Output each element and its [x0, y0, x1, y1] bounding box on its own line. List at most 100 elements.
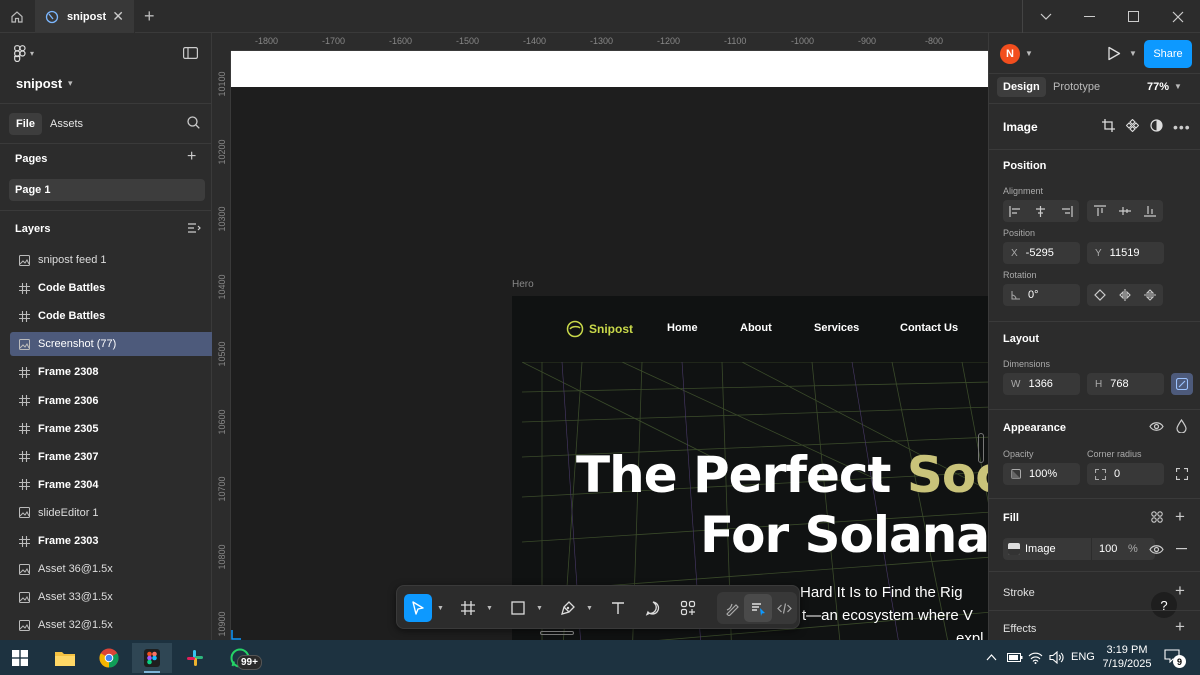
zoom-level[interactable]: 77%: [1147, 81, 1169, 93]
chrome-button[interactable]: [89, 643, 129, 673]
present-button[interactable]: [1107, 46, 1121, 64]
new-tab-button[interactable]: +: [144, 6, 155, 27]
text-tool-button[interactable]: [604, 594, 632, 622]
eye-icon[interactable]: [1149, 544, 1164, 555]
layer-item[interactable]: Code Battles: [10, 304, 212, 328]
align-center-v-icon[interactable]: [1118, 205, 1131, 217]
figma-taskbar-button[interactable]: [132, 643, 172, 673]
align-left-icon[interactable]: [1009, 205, 1022, 217]
blend-mode-icon[interactable]: [1176, 419, 1187, 433]
layer-item[interactable]: Screenshot (77): [10, 332, 212, 357]
width-field[interactable]: W 1366: [1003, 373, 1080, 395]
styles-icon[interactable]: [1151, 511, 1163, 523]
layer-item[interactable]: snipost feed 1: [10, 248, 212, 272]
layer-item[interactable]: Frame 2303: [10, 529, 212, 553]
maximize-button[interactable]: [1112, 0, 1156, 33]
rotation-field[interactable]: 0°: [1003, 284, 1080, 306]
clock[interactable]: 3:19 PM 7/19/2025: [1098, 643, 1156, 671]
canvas[interactable]: Hero Snipost Home About Services Contact…: [213, 33, 988, 640]
dev-mode-button[interactable]: [770, 594, 798, 622]
share-button[interactable]: Share: [1144, 40, 1192, 68]
align-center-h-icon[interactable]: [1034, 205, 1047, 217]
chevron-down-icon[interactable]: ▼: [536, 605, 543, 612]
eye-icon[interactable]: [1149, 421, 1164, 432]
add-stroke-button[interactable]: +: [1175, 581, 1185, 601]
fill-row[interactable]: Image 100 %: [1003, 538, 1155, 560]
corner-radius-field[interactable]: 0: [1087, 463, 1164, 485]
project-name[interactable]: snipost: [16, 76, 62, 91]
language-indicator[interactable]: ENG: [1071, 651, 1095, 663]
tab-assets[interactable]: Assets: [43, 113, 90, 135]
layer-item[interactable]: Asset 33@1.5x: [10, 585, 212, 609]
more-options-icon[interactable]: •••: [1173, 119, 1191, 135]
mask-icon[interactable]: [1150, 119, 1163, 132]
toggle-sidebar-button[interactable]: [183, 47, 199, 62]
tab-prototype[interactable]: Prototype: [1047, 77, 1106, 97]
fill-opacity[interactable]: 100: [1099, 543, 1117, 555]
x-position-field[interactable]: X -5295: [1003, 242, 1080, 264]
chevron-down-icon[interactable]: [1024, 0, 1068, 33]
close-window-button[interactable]: [1156, 0, 1200, 33]
y-position-field[interactable]: Y 11519: [1087, 242, 1164, 264]
layer-item[interactable]: Code Battles: [10, 276, 212, 300]
white-frame[interactable]: [231, 51, 988, 87]
layer-item[interactable]: Frame 2304: [10, 473, 212, 497]
layer-item[interactable]: slideEditor 1: [10, 501, 212, 525]
tab-file[interactable]: File: [9, 113, 42, 135]
start-button[interactable]: [0, 643, 40, 673]
chevron-up-icon[interactable]: [986, 653, 997, 661]
chevron-down-icon[interactable]: ▼: [437, 605, 444, 612]
align-top-icon[interactable]: [1093, 205, 1106, 217]
opacity-field[interactable]: 100%: [1003, 463, 1080, 485]
comment-tool-button[interactable]: [639, 594, 667, 622]
component-icon[interactable]: [1126, 119, 1139, 132]
minimize-button[interactable]: [1068, 0, 1112, 33]
notifications-button[interactable]: 9: [1164, 649, 1186, 668]
move-tool-button[interactable]: [404, 594, 432, 622]
page-item[interactable]: Page 1: [9, 179, 205, 201]
chevron-down-icon[interactable]: ▾: [68, 78, 73, 89]
layer-item[interactable]: Frame 2305: [10, 417, 212, 441]
layers-list-icon[interactable]: [188, 223, 201, 237]
slack-button[interactable]: [175, 643, 215, 673]
add-effect-button[interactable]: +: [1175, 617, 1185, 637]
file-tab[interactable]: snipost ✕: [35, 0, 135, 33]
whatsapp-button[interactable]: 99+: [220, 643, 262, 673]
constrain-proportions-button[interactable]: [1171, 373, 1193, 395]
crop-icon[interactable]: [1102, 119, 1115, 132]
layer-item[interactable]: Asset 32@1.5x: [10, 613, 212, 637]
actions-tool-button[interactable]: [674, 594, 702, 622]
search-icon[interactable]: [187, 116, 200, 132]
shape-tool-button[interactable]: [504, 594, 532, 622]
pen-tool-button[interactable]: [554, 594, 582, 622]
wifi-icon[interactable]: [1028, 651, 1043, 664]
layer-item[interactable]: Asset 36@1.5x: [10, 557, 212, 581]
layer-item[interactable]: Frame 2307: [10, 445, 212, 469]
volume-icon[interactable]: [1049, 651, 1065, 664]
close-tab-icon[interactable]: ✕: [112, 8, 124, 25]
file-explorer-button[interactable]: [45, 643, 85, 673]
add-page-button[interactable]: +: [187, 148, 196, 166]
add-fill-button[interactable]: +: [1175, 507, 1185, 527]
rotate-90-icon[interactable]: [1093, 289, 1106, 301]
tab-design[interactable]: Design: [997, 77, 1046, 97]
design-mode-button[interactable]: [744, 594, 772, 622]
chevron-down-icon[interactable]: ▼: [1129, 49, 1137, 58]
remove-fill-icon[interactable]: [1176, 548, 1187, 550]
layer-item[interactable]: Frame 2308: [10, 360, 212, 384]
home-button[interactable]: [0, 0, 34, 33]
draw-mode-button[interactable]: [718, 594, 746, 622]
height-field[interactable]: H 768: [1087, 373, 1164, 395]
user-avatar[interactable]: N: [1000, 44, 1020, 64]
layer-item[interactable]: Frame 2306: [10, 389, 212, 413]
chevron-down-icon[interactable]: ▼: [586, 605, 593, 612]
frame-tool-button[interactable]: [454, 594, 482, 622]
main-menu-button[interactable]: ▾: [14, 45, 34, 62]
chevron-down-icon[interactable]: ▼: [1174, 82, 1182, 91]
chevron-down-icon[interactable]: ▼: [1025, 49, 1033, 58]
align-right-icon[interactable]: [1060, 205, 1073, 217]
flip-vertical-icon[interactable]: [1144, 289, 1157, 301]
chevron-down-icon[interactable]: ▼: [486, 605, 493, 612]
flip-horizontal-icon[interactable]: [1119, 289, 1131, 301]
frame-label[interactable]: Hero: [512, 279, 534, 290]
